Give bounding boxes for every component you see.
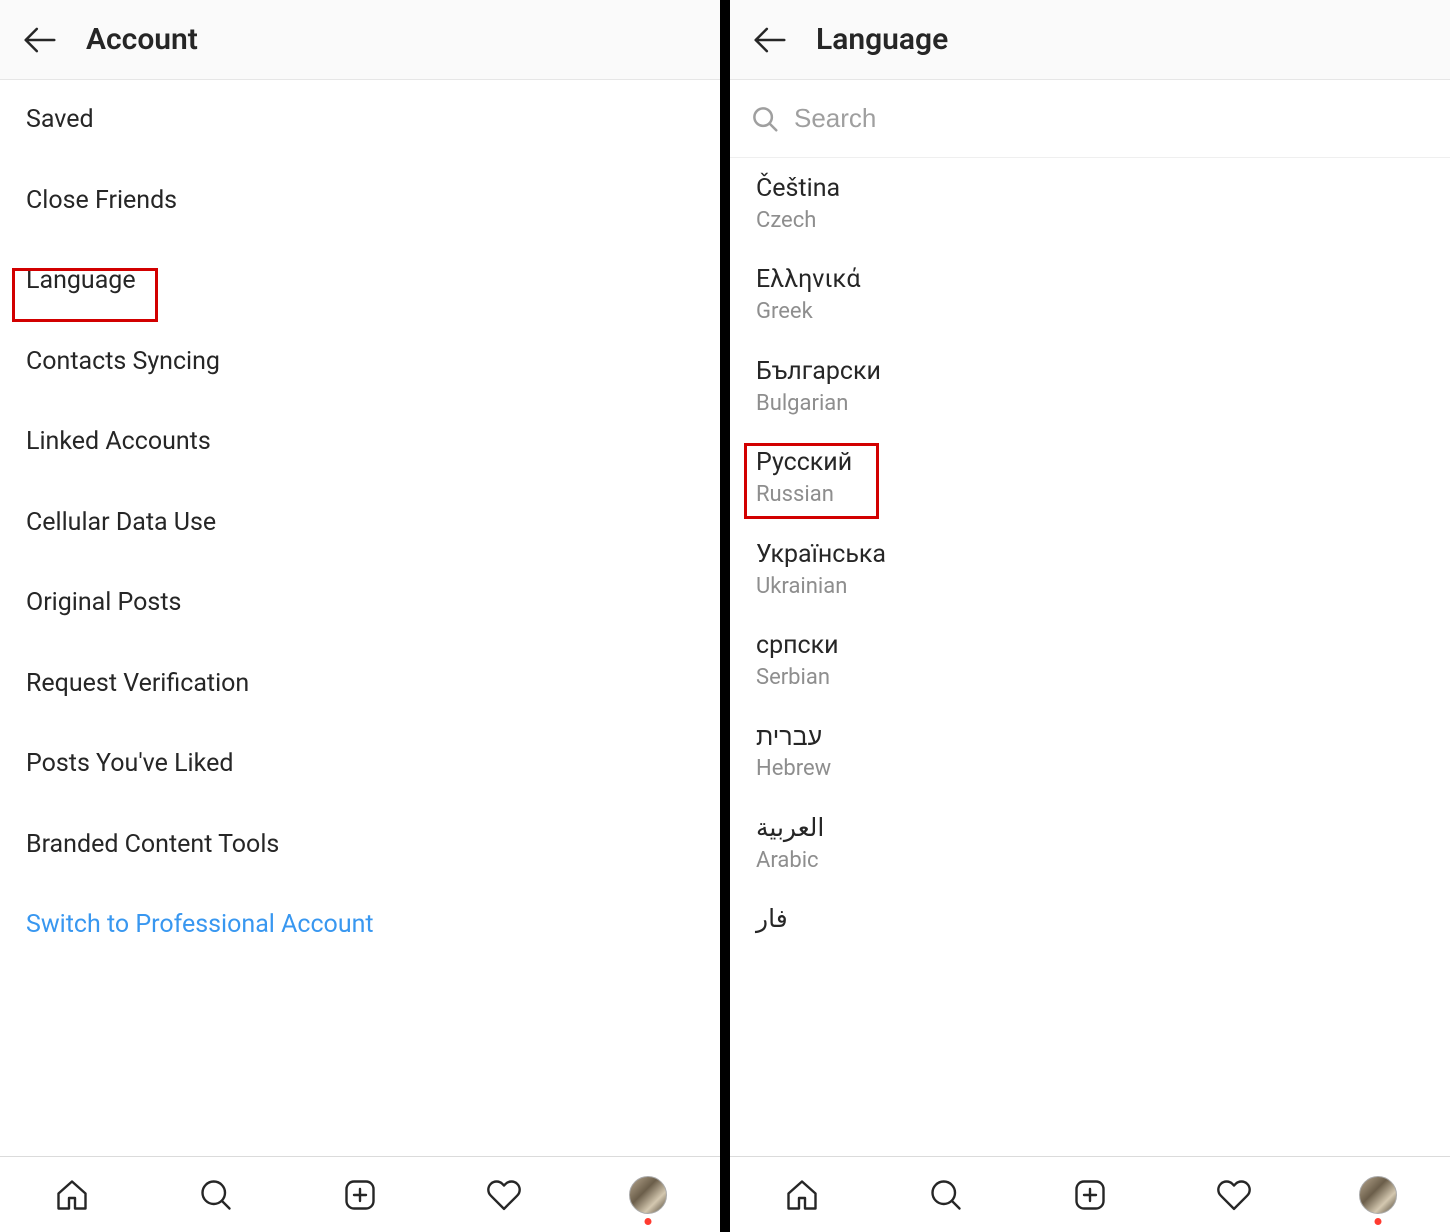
bottom-nav bbox=[0, 1156, 720, 1232]
search-icon bbox=[748, 102, 782, 136]
language-native: فار bbox=[756, 904, 1424, 934]
language-settings-panel: Language Čeština Czech Ελληνικά Greek Бъ… bbox=[730, 0, 1450, 1232]
language-english: Russian bbox=[756, 480, 1424, 510]
menu-item-linked-accounts[interactable]: Linked Accounts bbox=[0, 402, 720, 483]
language-item-russian[interactable]: Русский Russian bbox=[730, 432, 1450, 523]
language-item-greek[interactable]: Ελληνικά Greek bbox=[730, 249, 1450, 340]
header-bar: Account bbox=[0, 0, 720, 80]
menu-item-saved[interactable]: Saved bbox=[0, 80, 720, 161]
language-item-bulgarian[interactable]: Български Bulgarian bbox=[730, 341, 1450, 432]
menu-item-original-posts[interactable]: Original Posts bbox=[0, 563, 720, 644]
page-title: Account bbox=[86, 22, 198, 57]
language-english: Serbian bbox=[756, 663, 1424, 693]
menu-item-close-friends[interactable]: Close Friends bbox=[0, 161, 720, 242]
language-native: Čeština bbox=[756, 172, 1424, 206]
avatar-icon bbox=[1359, 1176, 1397, 1214]
language-item-partial[interactable]: فار bbox=[730, 890, 1450, 934]
language-english: Hebrew bbox=[756, 754, 1424, 784]
language-native: Українська bbox=[756, 538, 1424, 572]
language-native: Русский bbox=[756, 446, 1424, 480]
language-english: Arabic bbox=[756, 846, 1424, 876]
notification-dot-icon bbox=[1375, 1218, 1382, 1225]
nav-search[interactable] bbox=[922, 1171, 970, 1219]
nav-profile[interactable] bbox=[1354, 1171, 1402, 1219]
menu-item-cellular-data-use[interactable]: Cellular Data Use bbox=[0, 483, 720, 564]
menu-item-branded-content-tools[interactable]: Branded Content Tools bbox=[0, 805, 720, 886]
bottom-nav bbox=[730, 1156, 1450, 1232]
switch-professional-link[interactable]: Switch to Professional Account bbox=[0, 885, 720, 966]
plus-square-icon bbox=[1072, 1177, 1108, 1213]
back-button[interactable] bbox=[18, 18, 62, 62]
nav-activity[interactable] bbox=[480, 1171, 528, 1219]
arrow-left-icon bbox=[21, 21, 59, 59]
plus-square-icon bbox=[342, 1177, 378, 1213]
nav-activity[interactable] bbox=[1210, 1171, 1258, 1219]
language-item-hebrew[interactable]: עברית Hebrew bbox=[730, 707, 1450, 798]
heart-icon bbox=[1216, 1177, 1252, 1213]
panel-divider bbox=[720, 0, 730, 1232]
search-row bbox=[730, 80, 1450, 158]
nav-home[interactable] bbox=[48, 1171, 96, 1219]
language-native: العربية bbox=[756, 812, 1424, 846]
nav-home[interactable] bbox=[778, 1171, 826, 1219]
heart-icon bbox=[486, 1177, 522, 1213]
home-icon bbox=[54, 1177, 90, 1213]
account-settings-panel: Account Saved Close Friends Language Con… bbox=[0, 0, 720, 1232]
header-bar: Language bbox=[730, 0, 1450, 80]
language-item-ukrainian[interactable]: Українська Ukrainian bbox=[730, 524, 1450, 615]
nav-add-post[interactable] bbox=[1066, 1171, 1114, 1219]
page-title: Language bbox=[816, 22, 948, 57]
search-input[interactable] bbox=[794, 103, 1432, 134]
menu-item-contacts-syncing[interactable]: Contacts Syncing bbox=[0, 322, 720, 403]
nav-add-post[interactable] bbox=[336, 1171, 384, 1219]
language-english: Ukrainian bbox=[756, 572, 1424, 602]
language-english: Bulgarian bbox=[756, 389, 1424, 419]
menu-item-language[interactable]: Language bbox=[0, 241, 720, 322]
language-list: Čeština Czech Ελληνικά Greek Български B… bbox=[730, 158, 1450, 1156]
language-item-arabic[interactable]: العربية Arabic bbox=[730, 798, 1450, 889]
language-native: עברית bbox=[756, 721, 1424, 755]
language-native: Ελληνικά bbox=[756, 263, 1424, 297]
nav-profile[interactable] bbox=[624, 1171, 672, 1219]
language-item-serbian[interactable]: српски Serbian bbox=[730, 615, 1450, 706]
arrow-left-icon bbox=[751, 21, 789, 59]
nav-search[interactable] bbox=[192, 1171, 240, 1219]
notification-dot-icon bbox=[645, 1218, 652, 1225]
search-icon bbox=[928, 1177, 964, 1213]
language-english: Greek bbox=[756, 297, 1424, 327]
avatar-icon bbox=[629, 1176, 667, 1214]
account-menu-list: Saved Close Friends Language Contacts Sy… bbox=[0, 80, 720, 1156]
language-item-czech[interactable]: Čeština Czech bbox=[730, 158, 1450, 249]
menu-item-request-verification[interactable]: Request Verification bbox=[0, 644, 720, 725]
back-button[interactable] bbox=[748, 18, 792, 62]
home-icon bbox=[784, 1177, 820, 1213]
language-native: Български bbox=[756, 355, 1424, 389]
search-icon bbox=[198, 1177, 234, 1213]
menu-item-posts-liked[interactable]: Posts You've Liked bbox=[0, 724, 720, 805]
language-english: Czech bbox=[756, 206, 1424, 236]
language-native: српски bbox=[756, 629, 1424, 663]
